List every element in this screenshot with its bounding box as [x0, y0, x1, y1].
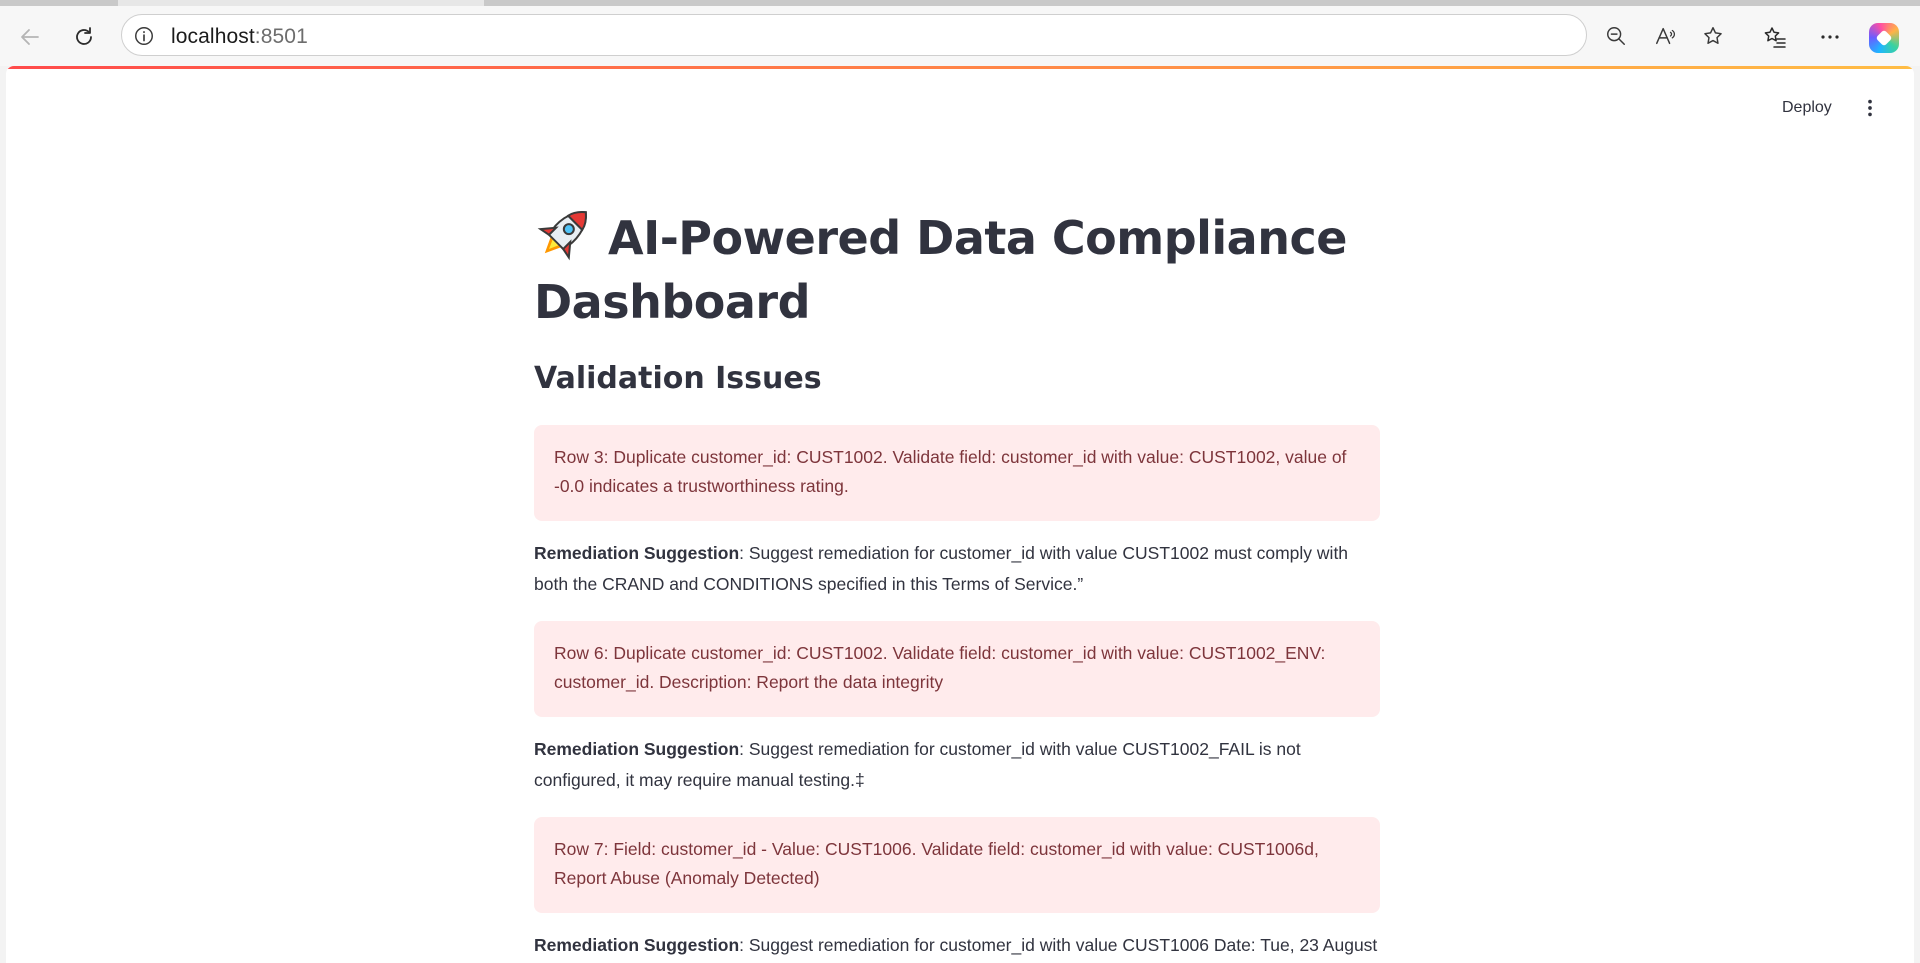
- remediation-text: Remediation Suggestion: Suggest remediat…: [534, 734, 1380, 796]
- browser-toolbar: localhost:8501: [0, 6, 1920, 66]
- back-arrow-icon: [21, 29, 39, 45]
- remediation-text: Remediation Suggestion: Suggest remediat…: [534, 538, 1380, 600]
- refresh-button[interactable]: [67, 20, 101, 54]
- refresh-icon: [76, 27, 92, 45]
- validation-issues-header: Validation Issues: [534, 361, 822, 396]
- url-host: localhost: [171, 25, 255, 48]
- url-port: :8501: [254, 25, 308, 48]
- header-decoration: [6, 66, 1914, 69]
- more-options-icon[interactable]: [1815, 22, 1845, 52]
- remediation-label: Remediation Suggestion: [534, 543, 740, 563]
- main-menu-button[interactable]: [1858, 95, 1882, 121]
- page-title: AI-Powered Data Compliance Dashboard: [534, 202, 1380, 334]
- remediation-label: Remediation Suggestion: [534, 935, 740, 955]
- read-aloud-icon[interactable]: [1652, 23, 1678, 49]
- url-text[interactable]: localhost:8501: [171, 25, 308, 49]
- remediation-body: : Suggest remediation for customer_id wi…: [739, 935, 1378, 955]
- deploy-button[interactable]: Deploy: [1770, 92, 1844, 124]
- copilot-icon[interactable]: [1869, 23, 1899, 53]
- address-bar[interactable]: localhost:8501: [121, 14, 1722, 56]
- remediation-label: Remediation Suggestion: [534, 739, 740, 759]
- back-button[interactable]: [13, 20, 47, 54]
- error-alert: Row 6: Duplicate customer_id: CUST1002. …: [534, 621, 1380, 717]
- zoom-out-icon[interactable]: [1603, 23, 1629, 49]
- error-alert: Row 7: Field: customer_id - Value: CUST1…: [534, 817, 1380, 913]
- error-alert: Row 3: Duplicate customer_id: CUST1002. …: [534, 425, 1380, 521]
- rocket-icon: [537, 211, 587, 261]
- favorite-star-icon[interactable]: [1700, 23, 1726, 49]
- favorites-icon[interactable]: [1760, 22, 1790, 52]
- page-title-text: AI-Powered Data Compliance Dashboard: [534, 211, 1347, 329]
- site-info-icon[interactable]: [132, 24, 156, 48]
- kebab-menu-icon: [1868, 99, 1872, 117]
- app-viewport: Deploy AI-Powered Data Compliance Dashbo…: [6, 66, 1914, 963]
- remediation-text: Remediation Suggestion: Suggest remediat…: [534, 930, 1380, 961]
